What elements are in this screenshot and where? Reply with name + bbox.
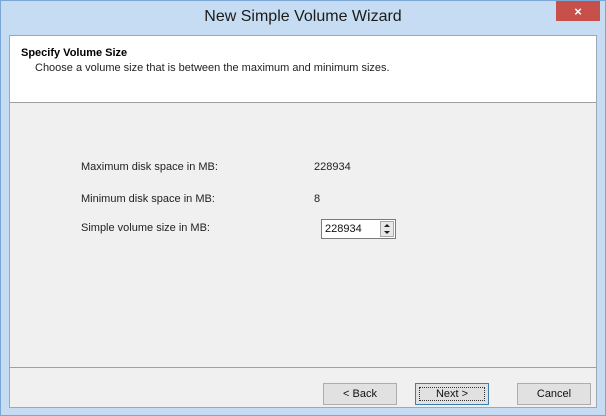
title-bar[interactable]: New Simple Volume Wizard × [1,1,605,35]
page-title: Specify Volume Size [21,47,128,59]
volume-size-stepper[interactable] [321,219,396,239]
page-description: Choose a volume size that is between the… [35,62,390,74]
cancel-button-label: Cancel [536,388,572,400]
close-icon: × [574,3,582,19]
wizard-client-area: Specify Volume Size Choose a volume size… [9,35,597,408]
wizard-header: Specify Volume Size Choose a volume size… [10,36,596,103]
spin-down-button[interactable] [381,229,393,236]
focus-ring [419,387,485,401]
chevron-up-icon [384,224,390,227]
volume-size-label: Simple volume size in MB: [81,222,210,234]
wizard-body: Maximum disk space in MB: 228934 Minimum… [10,103,596,367]
max-disk-space-value: 228934 [314,161,351,173]
wizard-footer: < Back Next > Cancel [10,367,596,408]
window-title: New Simple Volume Wizard [204,8,402,25]
back-button-label: < Back [343,388,377,400]
next-button[interactable]: Next > [415,383,489,405]
wizard-window: New Simple Volume Wizard × Specify Volum… [0,0,606,416]
close-button[interactable]: × [556,1,600,21]
max-disk-space-label: Maximum disk space in MB: [81,161,218,173]
spin-up-button[interactable] [381,222,393,229]
cancel-button[interactable]: Cancel [517,383,591,405]
min-disk-space-value: 8 [314,193,321,205]
chevron-down-icon [384,231,390,234]
back-button[interactable]: < Back [323,383,397,405]
spin-buttons [380,221,394,237]
min-disk-space-label: Minimum disk space in MB: [81,193,215,205]
volume-size-input[interactable] [325,222,377,236]
